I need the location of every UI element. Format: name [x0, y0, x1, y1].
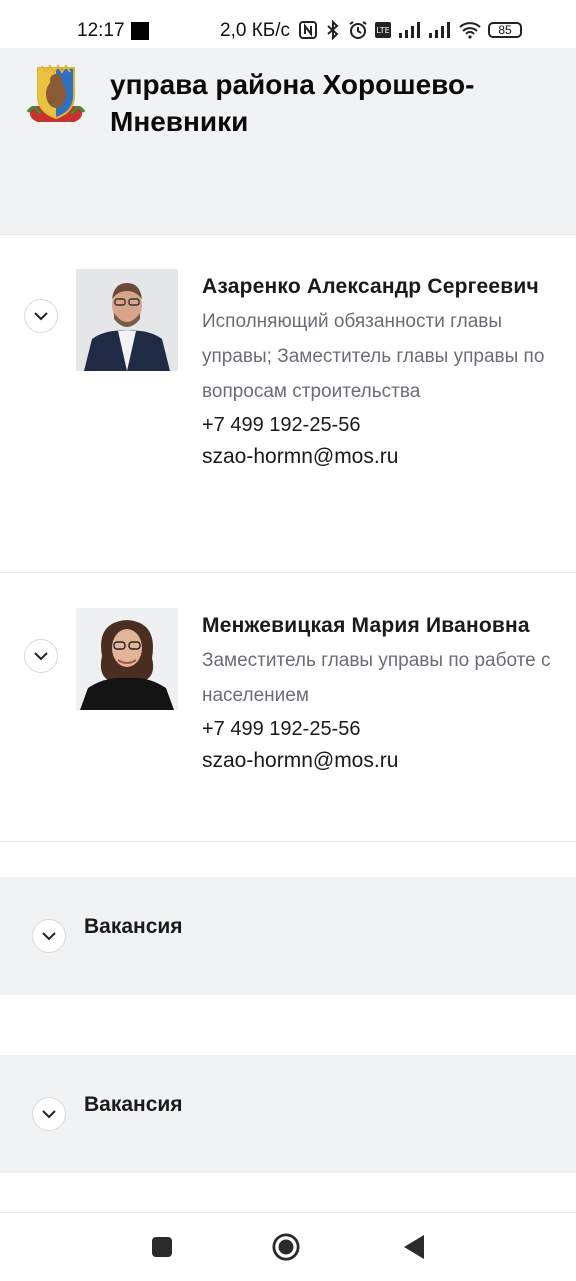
home-button[interactable]	[272, 1233, 300, 1261]
wifi-icon	[459, 22, 481, 39]
alarm-icon	[349, 21, 367, 39]
page-title: управа района Хорошево-Мневники	[110, 69, 475, 137]
expand-button[interactable]	[24, 639, 58, 673]
staff-email[interactable]: szao-hormn@mos.ru	[202, 745, 562, 777]
staff-phone[interactable]: +7 499 192-25-56	[202, 409, 562, 441]
network-speed: 2,0 КБ/с	[220, 20, 291, 41]
signal-icon	[399, 22, 420, 38]
bluetooth-icon	[327, 20, 339, 40]
staff-email[interactable]: szao-hormn@mos.ru	[202, 441, 562, 473]
vacancy-section[interactable]: Вакансия	[0, 1055, 576, 1173]
nfc-icon	[299, 21, 317, 39]
district-coat-of-arms-icon	[26, 64, 86, 122]
signal-2-icon	[429, 22, 450, 38]
divider	[0, 841, 576, 842]
status-icons: LTE 85	[298, 20, 522, 40]
back-button[interactable]	[400, 1233, 428, 1261]
notification-icon	[131, 22, 149, 40]
staff-role: Заместитель главы управы по работе с нас…	[202, 650, 551, 706]
expand-button[interactable]	[24, 299, 58, 333]
staff-photo	[76, 608, 178, 710]
status-time: 12:17	[77, 20, 125, 41]
expand-button[interactable]	[32, 1097, 66, 1131]
volte-icon: LTE	[375, 22, 391, 38]
staff-info: Азаренко Александр Сергеевич Исполняющий…	[202, 269, 562, 473]
recent-apps-button[interactable]	[148, 1233, 176, 1261]
staff-photo	[76, 269, 178, 371]
svg-text:LTE: LTE	[376, 26, 389, 35]
chevron-down-icon	[34, 652, 48, 661]
chevron-down-icon	[42, 932, 56, 941]
battery-icon: 85	[488, 22, 522, 38]
staff-card: Менжевицкая Мария Ивановна Заместитель г…	[0, 572, 576, 840]
chevron-down-icon	[34, 312, 48, 321]
circle-icon	[272, 1233, 300, 1261]
square-icon	[152, 1237, 172, 1257]
expand-button[interactable]	[32, 919, 66, 953]
staff-name: Азаренко Александр Сергеевич	[202, 275, 539, 298]
vacancy-section[interactable]: Вакансия	[0, 877, 576, 995]
vacancy-label: Вакансия	[84, 1093, 183, 1116]
system-navigation-bar	[0, 1212, 576, 1281]
staff-card: Азаренко Александр Сергеевич Исполняющий…	[0, 234, 576, 572]
staff-info: Менжевицкая Мария Ивановна Заместитель г…	[202, 608, 562, 777]
chevron-down-icon	[42, 1110, 56, 1119]
vacancy-label: Вакансия	[84, 915, 183, 938]
staff-role: Исполняющий обязанности главы управы; За…	[202, 311, 545, 402]
staff-phone[interactable]: +7 499 192-25-56	[202, 713, 562, 745]
status-bar: 12:17 2,0 КБ/с LTE 85	[0, 0, 576, 48]
triangle-back-icon	[404, 1235, 424, 1259]
staff-name: Менжевицкая Мария Ивановна	[202, 614, 530, 637]
page-header: управа района Хорошево-Мневники	[0, 48, 576, 234]
